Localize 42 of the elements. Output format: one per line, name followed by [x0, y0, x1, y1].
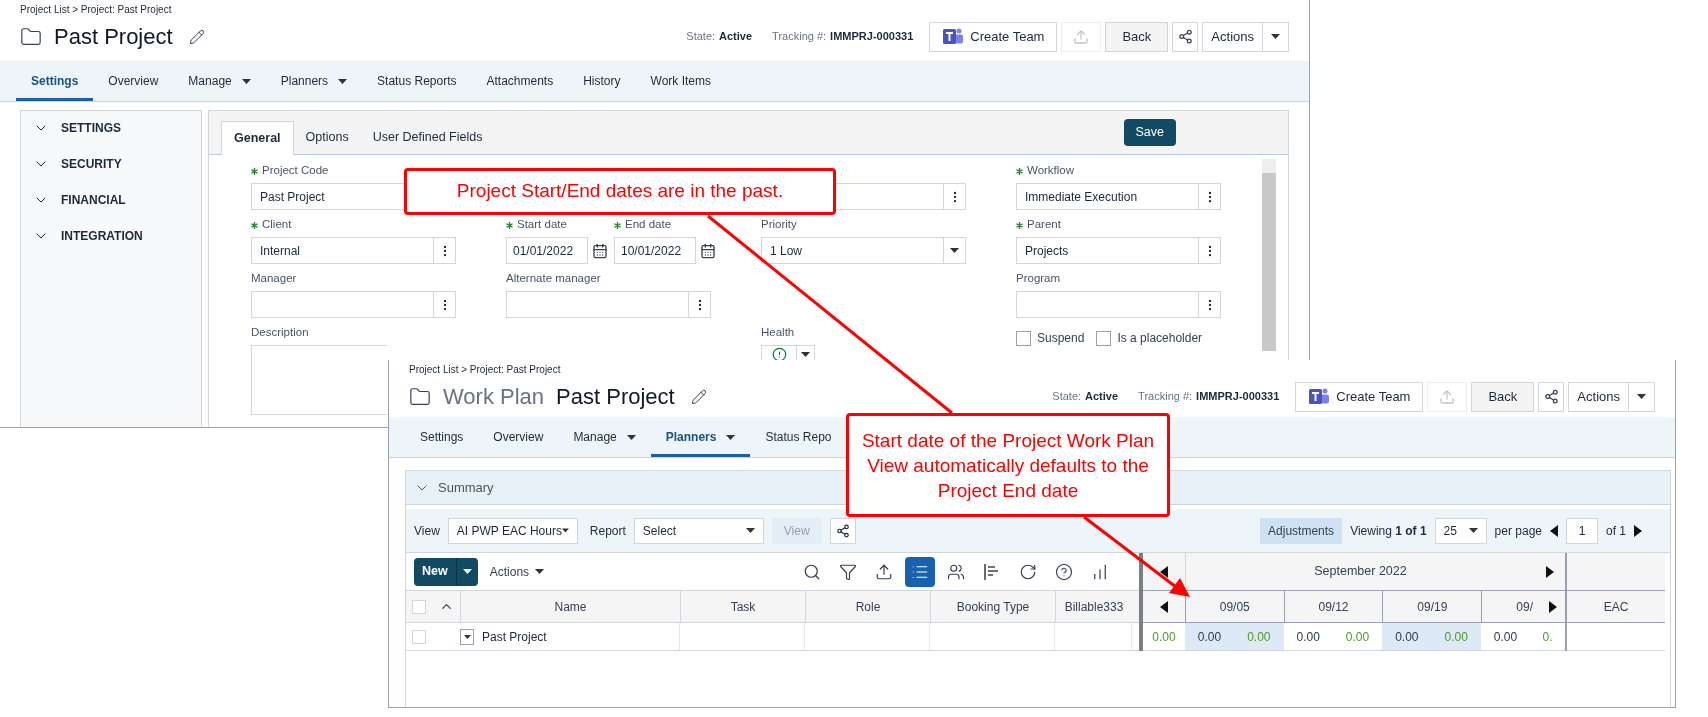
column-header: EAC [1567, 591, 1665, 623]
field-label: Health [761, 325, 795, 341]
page-title: Past Project [54, 23, 173, 51]
field-label: Workflow [1027, 163, 1075, 179]
week-header: 09/05 [1219, 598, 1250, 616]
table-cell-text: Past Project [482, 628, 547, 646]
state-label: State: [686, 29, 716, 45]
field-label: Alternate manager [506, 271, 601, 287]
hours-cell: 0.00 [1234, 623, 1284, 650]
checkbox-label: Suspend [1037, 330, 1085, 347]
field-label: Client [262, 217, 292, 233]
week-header: 09/ [1516, 598, 1533, 616]
field-label: Program [1016, 271, 1061, 287]
checkbox-label: Is a placeholder [1117, 330, 1203, 347]
tracking-number: IMMPRJ-000331 [1196, 389, 1280, 405]
page-title: Past Project [556, 383, 675, 411]
tracking-label: Tracking #: [1138, 389, 1193, 405]
tracking-number: IMMPRJ-000331 [830, 29, 914, 45]
hours-cell: 0.00 [1184, 623, 1235, 650]
viewing-count: Viewing 1 of 1 [1350, 522, 1427, 540]
field-label: End date [625, 217, 672, 233]
tracking-label: Tracking #: [772, 29, 827, 45]
field-label: Parent [1027, 217, 1061, 233]
annotation-tooltip: Project Start/End dates are in the past. [404, 168, 836, 215]
page-count: of 1 [1606, 522, 1626, 540]
field-label: Project Code [262, 163, 329, 179]
hours-cell: 0.00 [1431, 623, 1481, 650]
state-label: State: [1052, 389, 1082, 405]
state-value: Active [719, 29, 753, 45]
field-label: Start date [517, 217, 567, 233]
report-label: Report [589, 522, 626, 540]
page-title-prefix: Work Plan [443, 383, 545, 411]
per-page-label: per page [1494, 522, 1542, 540]
state-value: Active [1085, 389, 1119, 405]
field-label: Priority [761, 217, 797, 233]
week-header: 09/12 [1318, 598, 1349, 616]
field-label: Manager [251, 271, 297, 287]
field-label: Description [251, 325, 309, 341]
week-header: 09/19 [1417, 598, 1448, 616]
hours-cell: 0.00 [1382, 623, 1432, 650]
view-label: View [414, 522, 440, 540]
annotation-tooltip: Start date of the Project Work Plan View automatically defaults to the Project End date [846, 413, 1170, 517]
